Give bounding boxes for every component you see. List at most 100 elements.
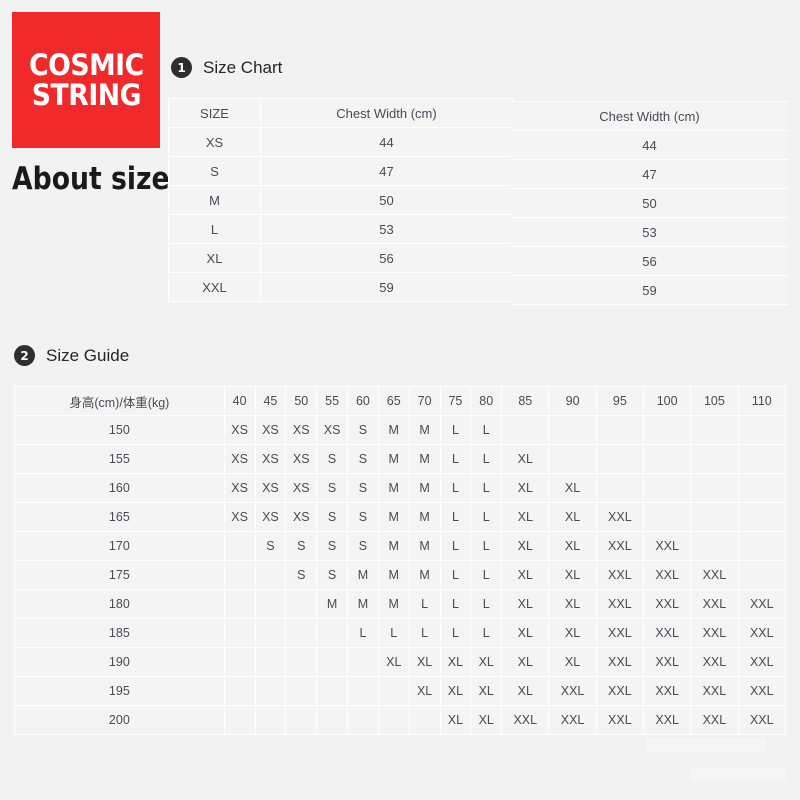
cell-size-h185-w90: XL — [548, 618, 597, 648]
row-header-height-160: 160 — [14, 473, 225, 503]
row-header-height-200: 200 — [14, 705, 225, 735]
cell-size-h150-w80: L — [470, 415, 503, 445]
cell-size-h195-w55 — [316, 676, 349, 706]
cell-size-h165-w105 — [690, 502, 739, 532]
cell-size-h195-w75: XL — [439, 676, 472, 706]
cell-size-h195-w40 — [223, 676, 256, 706]
column-header-weight-60: 60 — [347, 386, 379, 416]
cell-size-h165-w100 — [642, 502, 692, 532]
size-guide-table-wrap: 身高(cm)/体重(kg) 40 45 50 55 60 65 70 75 80 85 90 95 100… — [14, 386, 787, 735]
cell-chest-width: 47 — [260, 156, 513, 186]
cell-size: M — [168, 185, 261, 215]
cell-size-h185-w95: XXL — [595, 618, 645, 648]
cell-chest-width: 50 — [260, 185, 513, 215]
table-row: S 47 — [168, 156, 513, 186]
cell-size-h160-w105 — [690, 473, 739, 503]
cell-size-h155-w110 — [737, 444, 787, 474]
background-artifact — [646, 738, 766, 752]
cell-size-h155-w85: XL — [501, 444, 550, 474]
cell-size-h175-w40 — [223, 560, 256, 590]
cell-size-h180-w60: M — [347, 589, 379, 619]
table-row: 53 — [511, 217, 788, 247]
cell-size-h150-w75: L — [439, 415, 472, 445]
cell-size-h190-w65: XL — [377, 647, 410, 677]
cell-size-h170-w95: XXL — [595, 531, 645, 561]
cell-size: XS — [168, 127, 261, 157]
table-row: 180 M M M L L L XL XL XXL XXL XXL XXL — [14, 589, 787, 619]
table-row: M 50 — [168, 185, 513, 215]
cell-size: XL — [168, 243, 261, 273]
cell-size-h155-w65: M — [377, 444, 410, 474]
cell-size-h200-w55 — [316, 705, 349, 735]
cell-size-h165-w40: XS — [223, 502, 256, 532]
section-heading-size-guide: 2 Size Guide — [14, 345, 129, 366]
logo-line-1: COSMIC — [28, 48, 144, 82]
size-chart-table-wrap: SIZE Chest Width (cm) XS 44 S 47 M 50 L … — [168, 98, 788, 305]
cell-size-h200-w85: XXL — [501, 705, 550, 735]
cell-size-h185-w80: L — [470, 618, 503, 648]
cell-size-h190-w50 — [285, 647, 318, 677]
cell-size-h175-w110 — [737, 560, 787, 590]
size-guide-table: 身高(cm)/体重(kg) 40 45 50 55 60 65 70 75 80 85 90 95 100… — [14, 386, 787, 735]
cell-size-h190-w100: XXL — [642, 647, 692, 677]
cell-size-h200-w50 — [285, 705, 318, 735]
cell-size-h180-w40 — [223, 589, 256, 619]
cell-size-h190-w75: XL — [439, 647, 472, 677]
cell-size-h160-w65: M — [377, 473, 410, 503]
cell-size-h190-w55 — [316, 647, 349, 677]
cell-size-h160-w55: S — [316, 473, 349, 503]
cell-size-h155-w45: XS — [254, 444, 287, 474]
cell-size-h200-w95: XXL — [595, 705, 645, 735]
cell-size-h200-w65 — [377, 705, 410, 735]
page-title-size-chart: Size Chart — [203, 57, 283, 77]
cell-size-h155-w100 — [642, 444, 692, 474]
cell-size-h175-w85: XL — [501, 560, 550, 590]
cell-size-h190-w70: XL — [408, 647, 441, 677]
column-header-weight-80: 80 — [470, 386, 503, 416]
table-row: 190 XL XL XL XL XL XL XXL XXL XXL XXL — [14, 647, 787, 677]
cell-size-h185-w75: L — [439, 618, 472, 648]
cell-size-h165-w45: XS — [254, 502, 287, 532]
cell-size: XXL — [168, 272, 261, 302]
cell-chest-width-2: 44 — [511, 130, 788, 160]
cell-size-h190-w95: XXL — [595, 647, 645, 677]
cell-size-h165-w60: S — [347, 502, 379, 532]
cell-size-h160-w60: S — [347, 473, 379, 503]
column-header-weight-65: 65 — [377, 386, 410, 416]
cell-size-h170-w100: XXL — [642, 531, 692, 561]
cell-size-h180-w110: XXL — [737, 589, 787, 619]
cell-size-h180-w45 — [254, 589, 287, 619]
cell-size-h180-w105: XXL — [690, 589, 739, 619]
cell-size-h175-w100: XXL — [642, 560, 692, 590]
cell-chest-width-2: 50 — [511, 188, 788, 218]
section-number-badge-2: 2 — [14, 345, 35, 366]
cell-size-h160-w50: XS — [285, 473, 318, 503]
cell-size-h150-w55: XS — [316, 415, 349, 445]
cell-size-h195-w65 — [377, 676, 410, 706]
cell-chest-width: 53 — [260, 214, 513, 244]
cell-size-h190-w80: XL — [470, 647, 503, 677]
cell-size-h195-w105: XXL — [690, 676, 739, 706]
cell-size-h180-w90: XL — [548, 589, 597, 619]
cell-size-h190-w110: XXL — [737, 647, 787, 677]
cell-size-h195-w95: XXL — [595, 676, 645, 706]
row-header-height-190: 190 — [14, 647, 225, 677]
table-row: 56 — [511, 246, 788, 276]
table-row: 44 — [511, 130, 788, 160]
cell-size-h165-w110 — [737, 502, 787, 532]
cell-size-h155-w90 — [548, 444, 597, 474]
cell-size-h165-w85: XL — [501, 502, 550, 532]
row-header-height-170: 170 — [14, 531, 225, 561]
table-row: 195 XL XL XL XL XXL XXL XXL XXL XXL — [14, 676, 787, 706]
cell-size-h175-w105: XXL — [690, 560, 739, 590]
column-header-weight-105: 105 — [690, 386, 739, 416]
cell-size-h165-w65: M — [377, 502, 410, 532]
cell-size-h200-w70 — [408, 705, 441, 735]
column-header-weight-70: 70 — [408, 386, 441, 416]
row-header-height-185: 185 — [14, 618, 225, 648]
row-header-height-155: 155 — [14, 444, 225, 474]
column-header-weight-100: 100 — [642, 386, 692, 416]
table-row: XS 44 — [168, 127, 513, 157]
cell-size-h150-w60: S — [347, 415, 379, 445]
cell-size-h185-w40 — [223, 618, 256, 648]
